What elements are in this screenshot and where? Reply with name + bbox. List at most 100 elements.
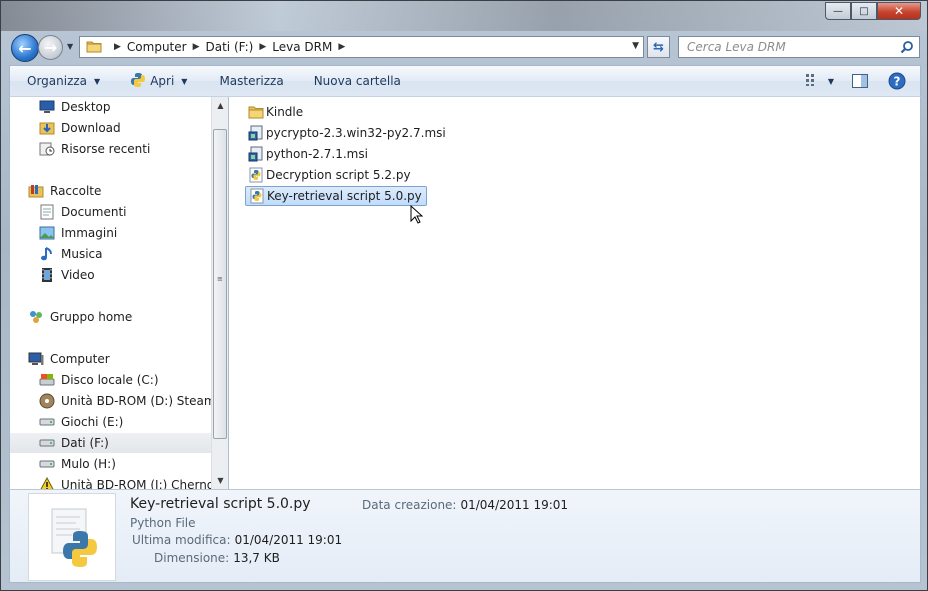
video-icon xyxy=(39,267,55,283)
file-item-key-retrieval-script[interactable]: Key-retrieval script 5.0.py xyxy=(245,186,427,206)
breadcrumb-dati[interactable]: Dati (F:) xyxy=(206,40,254,54)
size-label: Dimensione: xyxy=(154,551,230,565)
navigation-pane: Desktop Download Risorse recenti Raccolt… xyxy=(9,97,211,489)
chevron-right-icon[interactable]: ▶ xyxy=(259,42,266,52)
nav-item-libraries[interactable]: Raccolte xyxy=(10,181,211,201)
nav-item-drive-c[interactable]: Disco locale (C:) xyxy=(10,370,211,390)
back-button[interactable]: ← xyxy=(11,34,39,62)
nav-item-drive-h[interactable]: Mulo (H:) xyxy=(10,454,211,474)
breadcrumb-leva-drm[interactable]: Leva DRM xyxy=(272,40,332,54)
chevron-down-icon: ▼ xyxy=(181,76,188,86)
burn-button[interactable]: Masterizza xyxy=(219,66,283,96)
explorer-window: — □ ✕ ← → ▼ ▶ Computer ▶ Dati (F:) ▶ Lev… xyxy=(0,0,928,591)
file-item-python-msi[interactable]: python-2.7.1.msi xyxy=(245,144,372,164)
burn-label: Masterizza xyxy=(219,74,284,88)
details-modified: Ultima modifica: 01/04/2011 19:01 xyxy=(132,533,342,547)
nav-label: Disco locale (C:) xyxy=(61,373,159,387)
nav-label: Raccolte xyxy=(50,184,102,198)
nav-label: Risorse recenti xyxy=(61,142,151,156)
address-history-dropdown[interactable]: ▼ xyxy=(632,41,639,51)
nav-item-video[interactable]: Video xyxy=(10,265,211,285)
navigation-scrollbar[interactable]: ▲ ≡ ▼ xyxy=(211,97,228,489)
nav-item-desktop[interactable]: Desktop xyxy=(10,97,211,117)
nav-label: Unità BD-ROM (D:) Steam Slu xyxy=(61,394,211,408)
homegroup-icon xyxy=(28,309,44,325)
nav-label: Dati (F:) xyxy=(61,436,109,450)
arrow-left-icon: ← xyxy=(18,38,32,58)
view-options-button[interactable]: ▼ xyxy=(805,73,834,90)
size-value: 13,7 KB xyxy=(233,551,280,565)
nav-label: Video xyxy=(61,268,95,282)
scroll-down-arrow-icon[interactable]: ▼ xyxy=(212,472,229,489)
nav-label: Musica xyxy=(61,247,103,261)
file-item-decryption-script[interactable]: Decryption script 5.2.py xyxy=(245,165,415,185)
file-name: Kindle xyxy=(266,105,304,119)
created-label: Data creazione: xyxy=(362,498,457,512)
modified-value[interactable]: 01/04/2011 19:01 xyxy=(235,533,343,547)
search-input[interactable]: Cerca Leva DRM xyxy=(678,36,920,58)
file-name: Key-retrieval script 5.0.py xyxy=(267,189,422,203)
file-item-kindle[interactable]: Kindle xyxy=(245,102,307,122)
nav-label: Desktop xyxy=(61,100,111,114)
nav-item-documents[interactable]: Documenti xyxy=(10,202,211,222)
nav-item-download[interactable]: Download xyxy=(10,118,211,138)
python-file-icon xyxy=(248,167,264,183)
chevron-right-icon[interactable]: ▶ xyxy=(193,42,200,52)
breadcrumb-computer[interactable]: Computer xyxy=(127,40,187,54)
pictures-icon xyxy=(39,225,55,241)
new-folder-button[interactable]: Nuova cartella xyxy=(314,66,401,96)
nav-label: Gruppo home xyxy=(50,310,133,324)
search-icon[interactable] xyxy=(900,40,914,57)
nav-item-drive-e[interactable]: Giochi (E:) xyxy=(10,412,211,432)
maximize-button[interactable]: □ xyxy=(851,2,877,20)
file-list: Kindle pycrypto-2.3.win32-py2.7.msi pyth… xyxy=(229,97,921,489)
nav-item-drive-f[interactable]: Dati (F:) xyxy=(10,433,211,453)
forward-button[interactable]: → xyxy=(38,35,63,60)
nav-label: Unità BD-ROM (I:) Chernoby xyxy=(61,478,211,489)
command-bar: Organizza ▼ Apri ▼ Masterizza Nuova cart… xyxy=(9,65,921,97)
nav-item-drive-i[interactable]: Unità BD-ROM (I:) Chernoby xyxy=(10,475,211,489)
nav-item-drive-d[interactable]: Unità BD-ROM (D:) Steam Slu xyxy=(10,391,211,411)
modified-label: Ultima modifica: xyxy=(132,533,231,547)
file-name: python-2.7.1.msi xyxy=(266,147,368,161)
organize-menu-button[interactable]: Organizza ▼ xyxy=(27,66,100,96)
recent-places-icon xyxy=(39,141,55,157)
recent-pages-dropdown[interactable]: ▼ xyxy=(67,42,73,51)
nav-item-pictures[interactable]: Immagini xyxy=(10,223,211,243)
created-value[interactable]: 01/04/2011 19:01 xyxy=(460,498,568,512)
view-details-icon xyxy=(805,73,821,90)
refresh-button[interactable]: ⇆ xyxy=(647,36,670,58)
svg-text:?: ? xyxy=(894,75,901,89)
nav-item-computer[interactable]: Computer xyxy=(10,349,211,369)
open-button[interactable]: Apri ▼ xyxy=(130,66,187,96)
minimize-button[interactable]: — xyxy=(825,2,851,20)
nav-label: Mulo (H:) xyxy=(61,457,116,471)
organize-label: Organizza xyxy=(27,74,88,88)
nav-item-homegroup[interactable]: Gruppo home xyxy=(10,307,211,327)
chevron-right-icon[interactable]: ▶ xyxy=(338,42,345,52)
scroll-up-arrow-icon[interactable]: ▲ xyxy=(212,97,229,114)
nav-item-recent[interactable]: Risorse recenti xyxy=(10,139,211,159)
nav-label: Computer xyxy=(50,352,110,366)
search-placeholder: Cerca Leva DRM xyxy=(687,40,786,54)
refresh-icon: ⇆ xyxy=(653,39,664,55)
nav-label: Documenti xyxy=(61,205,127,219)
close-button[interactable]: ✕ xyxy=(877,2,921,20)
file-thumbnail xyxy=(28,493,116,581)
address-bar[interactable]: ▶ Computer ▶ Dati (F:) ▶ Leva DRM ▶ ▼ xyxy=(79,36,644,58)
file-item-pycrypto[interactable]: pycrypto-2.3.win32-py2.7.msi xyxy=(245,123,450,143)
help-button[interactable]: ? xyxy=(888,72,906,90)
preview-pane-button[interactable] xyxy=(852,74,868,88)
chevron-right-icon[interactable]: ▶ xyxy=(114,42,121,52)
preview-pane-icon xyxy=(852,74,868,88)
drive-icon xyxy=(39,414,55,430)
chevron-down-icon: ▼ xyxy=(827,76,834,86)
nav-label: Immagini xyxy=(61,226,118,240)
details-file-type: Python File xyxy=(130,516,196,530)
local-disk-icon xyxy=(39,372,55,388)
scrollbar-thumb[interactable]: ≡ xyxy=(213,129,227,439)
nav-label: Download xyxy=(61,121,121,135)
python-file-icon xyxy=(249,188,265,204)
msi-installer-icon xyxy=(248,125,264,141)
nav-item-music[interactable]: Musica xyxy=(10,244,211,264)
